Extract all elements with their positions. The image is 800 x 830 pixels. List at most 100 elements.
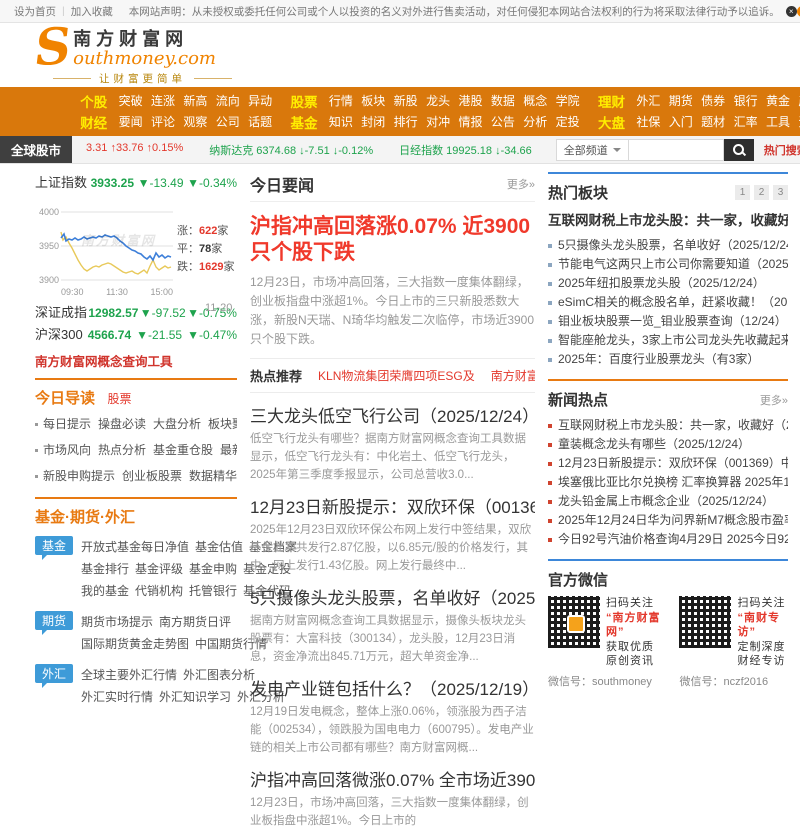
nav-item[interactable]: 观察	[179, 113, 211, 130]
list-item-link[interactable]: 今日92号汽油价格查询4月29日 2025今日92油价多	[558, 530, 788, 549]
site-logo[interactable]: S 南方财富网 outhmoney.com 让财富更简单	[33, 15, 232, 86]
fund-link[interactable]: 开放式基金每日净值	[81, 540, 189, 554]
nav-item[interactable]: 债券	[697, 92, 729, 109]
nav-item[interactable]: 港股	[454, 92, 486, 109]
hot-recommend-link[interactable]: KLN物流集团荣膺四项ESG及	[318, 367, 475, 384]
nav-item[interactable]: 连涨	[147, 92, 179, 109]
list-item-link[interactable]: 节能电气这两只上市公司你需要知道（2025/12/24	[558, 255, 788, 274]
search-input[interactable]	[628, 138, 724, 161]
nav-item[interactable]: 要闻	[114, 113, 146, 130]
list-item-link[interactable]: 智能座舱龙头，3家上市公司龙头先收藏起来（202	[558, 331, 788, 350]
nav-item[interactable]: 概念	[519, 92, 551, 109]
nav-item[interactable]: 话题	[244, 113, 276, 130]
fund-link[interactable]: 全球主要外汇行情	[81, 668, 177, 682]
nav-item[interactable]: 黄金	[762, 92, 794, 109]
fund-link[interactable]: 代销机构	[135, 584, 183, 598]
guide-tag-link[interactable]: 股票	[107, 392, 131, 406]
article-title[interactable]: 5只摄像头龙头股票，名单收好（2025/12/24）	[250, 584, 535, 609]
guide-link[interactable]: 基金重仓股	[153, 443, 213, 457]
nav-item[interactable]: 基金	[286, 112, 321, 132]
list-item-link[interactable]: 埃塞俄比亚比尔兑换榜 汇率换算器 2025年12月24	[558, 473, 788, 492]
list-item-link[interactable]: 12月23日新股提示：双欣环保（001369）中签号出	[558, 454, 788, 473]
nav-item[interactable]: 入门	[665, 113, 697, 130]
nav-item[interactable]: 社保	[632, 113, 664, 130]
fund-link[interactable]: 托管银行	[189, 584, 237, 598]
guide-link[interactable]: 热点分析	[98, 443, 146, 457]
nav-item[interactable]: 银行	[729, 92, 761, 109]
guide-link[interactable]: 操盘必读	[98, 417, 146, 431]
nav-item[interactable]: 大盘	[594, 112, 629, 132]
article-title[interactable]: 沪指冲高回落微涨0.07% 全市场近3900只个股下跌	[250, 766, 535, 791]
fund-link[interactable]: 基金申购	[189, 562, 237, 576]
nav-item[interactable]: 理财	[594, 91, 629, 111]
fund-link[interactable]: 期货市场提示	[81, 615, 153, 629]
list-item-link[interactable]: 钼业板块股票一览_钼业股票查询（12/24）	[558, 312, 787, 331]
list-item-link[interactable]: 2025年：百度行业股票龙头（有3家）	[558, 350, 759, 369]
nav-item[interactable]: 行情	[325, 92, 357, 109]
index-row-sh[interactable]: 上证指数 3933.25 ▼-13.49 ▼-0.34%	[35, 172, 237, 194]
category-badge[interactable]: 外汇	[35, 664, 74, 688]
index-row[interactable]: 沪深300 4566.74 ▼-21.55 ▼-0.47%	[35, 324, 237, 346]
list-item-link[interactable]: 2025年纽扣股票龙头股（2025/12/24）	[558, 274, 765, 293]
article-title[interactable]: 三大龙头低空飞行公司（2025/12/24）	[250, 402, 535, 427]
fund-link[interactable]: 南方期货日评	[159, 615, 231, 629]
nav-item[interactable]: 股票	[286, 91, 321, 111]
nav-item[interactable]: 新高	[179, 92, 211, 109]
ticker-item[interactable]: 纳斯达克 6374.68 ↓-7.51 ↓-0.12%	[209, 142, 373, 158]
nav-item[interactable]: 期货	[665, 92, 697, 109]
nav-item[interactable]: 个股	[76, 91, 111, 111]
nav-item[interactable]: 封闭	[357, 113, 389, 130]
nav-item[interactable]: 突破	[114, 92, 146, 109]
fund-link[interactable]: 外汇知识学习	[159, 690, 231, 704]
nav-item[interactable]: 公告	[487, 113, 519, 130]
nav-item[interactable]: 龙头	[422, 92, 454, 109]
close-icon[interactable]	[785, 5, 797, 17]
channel-select[interactable]: 全部频道	[555, 138, 629, 161]
nav-item[interactable]: 对冲	[422, 113, 454, 130]
guide-link[interactable]: 大盘分析	[153, 417, 201, 431]
page-button[interactable]: 1	[735, 185, 750, 200]
list-item-link[interactable]: 互联网财税上市龙头股：共一家，收藏好（2025/1	[558, 416, 788, 435]
list-item-link[interactable]: 2025年12月24日华为问界新M7概念股市盈率排行榜	[558, 511, 788, 530]
nav-item[interactable]: 公司	[212, 113, 244, 130]
featured-headline[interactable]: 互联网财税上市龙头股：共一家，收藏好	[548, 209, 788, 229]
list-item-link[interactable]: 5只摄像头龙头股票，名单收好（2025/12/24）	[558, 236, 788, 255]
nav-item[interactable]: 财经	[76, 112, 111, 132]
nav-item[interactable]: 定投	[551, 113, 583, 130]
nav-item[interactable]: 学院	[551, 92, 583, 109]
nav-item[interactable]: 排行	[389, 113, 421, 130]
add-favorite-link[interactable]: 加入收藏	[71, 4, 113, 19]
nav-item[interactable]: 评论	[147, 113, 179, 130]
nav-item[interactable]: 分析	[519, 113, 551, 130]
article-title[interactable]: 发电产业链包括什么？（2025/12/19）	[250, 675, 535, 700]
nav-item[interactable]: 数据	[487, 92, 519, 109]
nav-item[interactable]: 异动	[244, 92, 276, 109]
fund-link[interactable]: 国际期货黄金走势图	[81, 637, 189, 651]
guide-link[interactable]: 新股申购提示	[43, 469, 115, 483]
fund-link[interactable]: 基金评级	[135, 562, 183, 576]
list-item-link[interactable]: eSimC相关的概念股名单，赶紧收藏！（2025/12/2	[558, 293, 788, 312]
nav-item[interactable]: 新股	[389, 92, 421, 109]
hot-recommend-link[interactable]: 南方财富网概念查询工具	[491, 367, 535, 384]
more-link[interactable]: 更多»	[760, 392, 788, 408]
ticker-item[interactable]: 3.31 ↑33.76 ↑0.15%	[86, 142, 183, 158]
ticker-item[interactable]: 日经指数 19925.18 ↓-34.66	[399, 142, 532, 158]
category-badge[interactable]: 期货	[35, 611, 74, 635]
nav-item[interactable]: 知识	[325, 113, 357, 130]
guide-link[interactable]: 最新报表	[220, 443, 237, 457]
guide-link[interactable]: 每日提示	[43, 417, 91, 431]
search-button[interactable]	[723, 138, 754, 161]
more-link[interactable]: 更多»	[507, 176, 535, 192]
guide-link[interactable]: 板块聚焦	[208, 417, 237, 431]
fund-link[interactable]: 我的基金	[81, 584, 129, 598]
concept-tool-link[interactable]: 南方财富网概念查询工具	[35, 351, 237, 370]
article-title[interactable]: 12月23日新股提示：双欣环保（001369）中签号出炉	[250, 493, 535, 518]
fund-link[interactable]: 基金排行	[81, 562, 129, 576]
nav-item[interactable]: 资讯	[794, 113, 800, 130]
fund-link[interactable]: 外汇实时行情	[81, 690, 153, 704]
page-button[interactable]: 2	[754, 185, 769, 200]
nav-item[interactable]: 产业	[794, 92, 800, 109]
nav-item[interactable]: 题材	[697, 113, 729, 130]
nav-item[interactable]: 板块	[357, 92, 389, 109]
nav-item[interactable]: 汇率	[729, 113, 761, 130]
